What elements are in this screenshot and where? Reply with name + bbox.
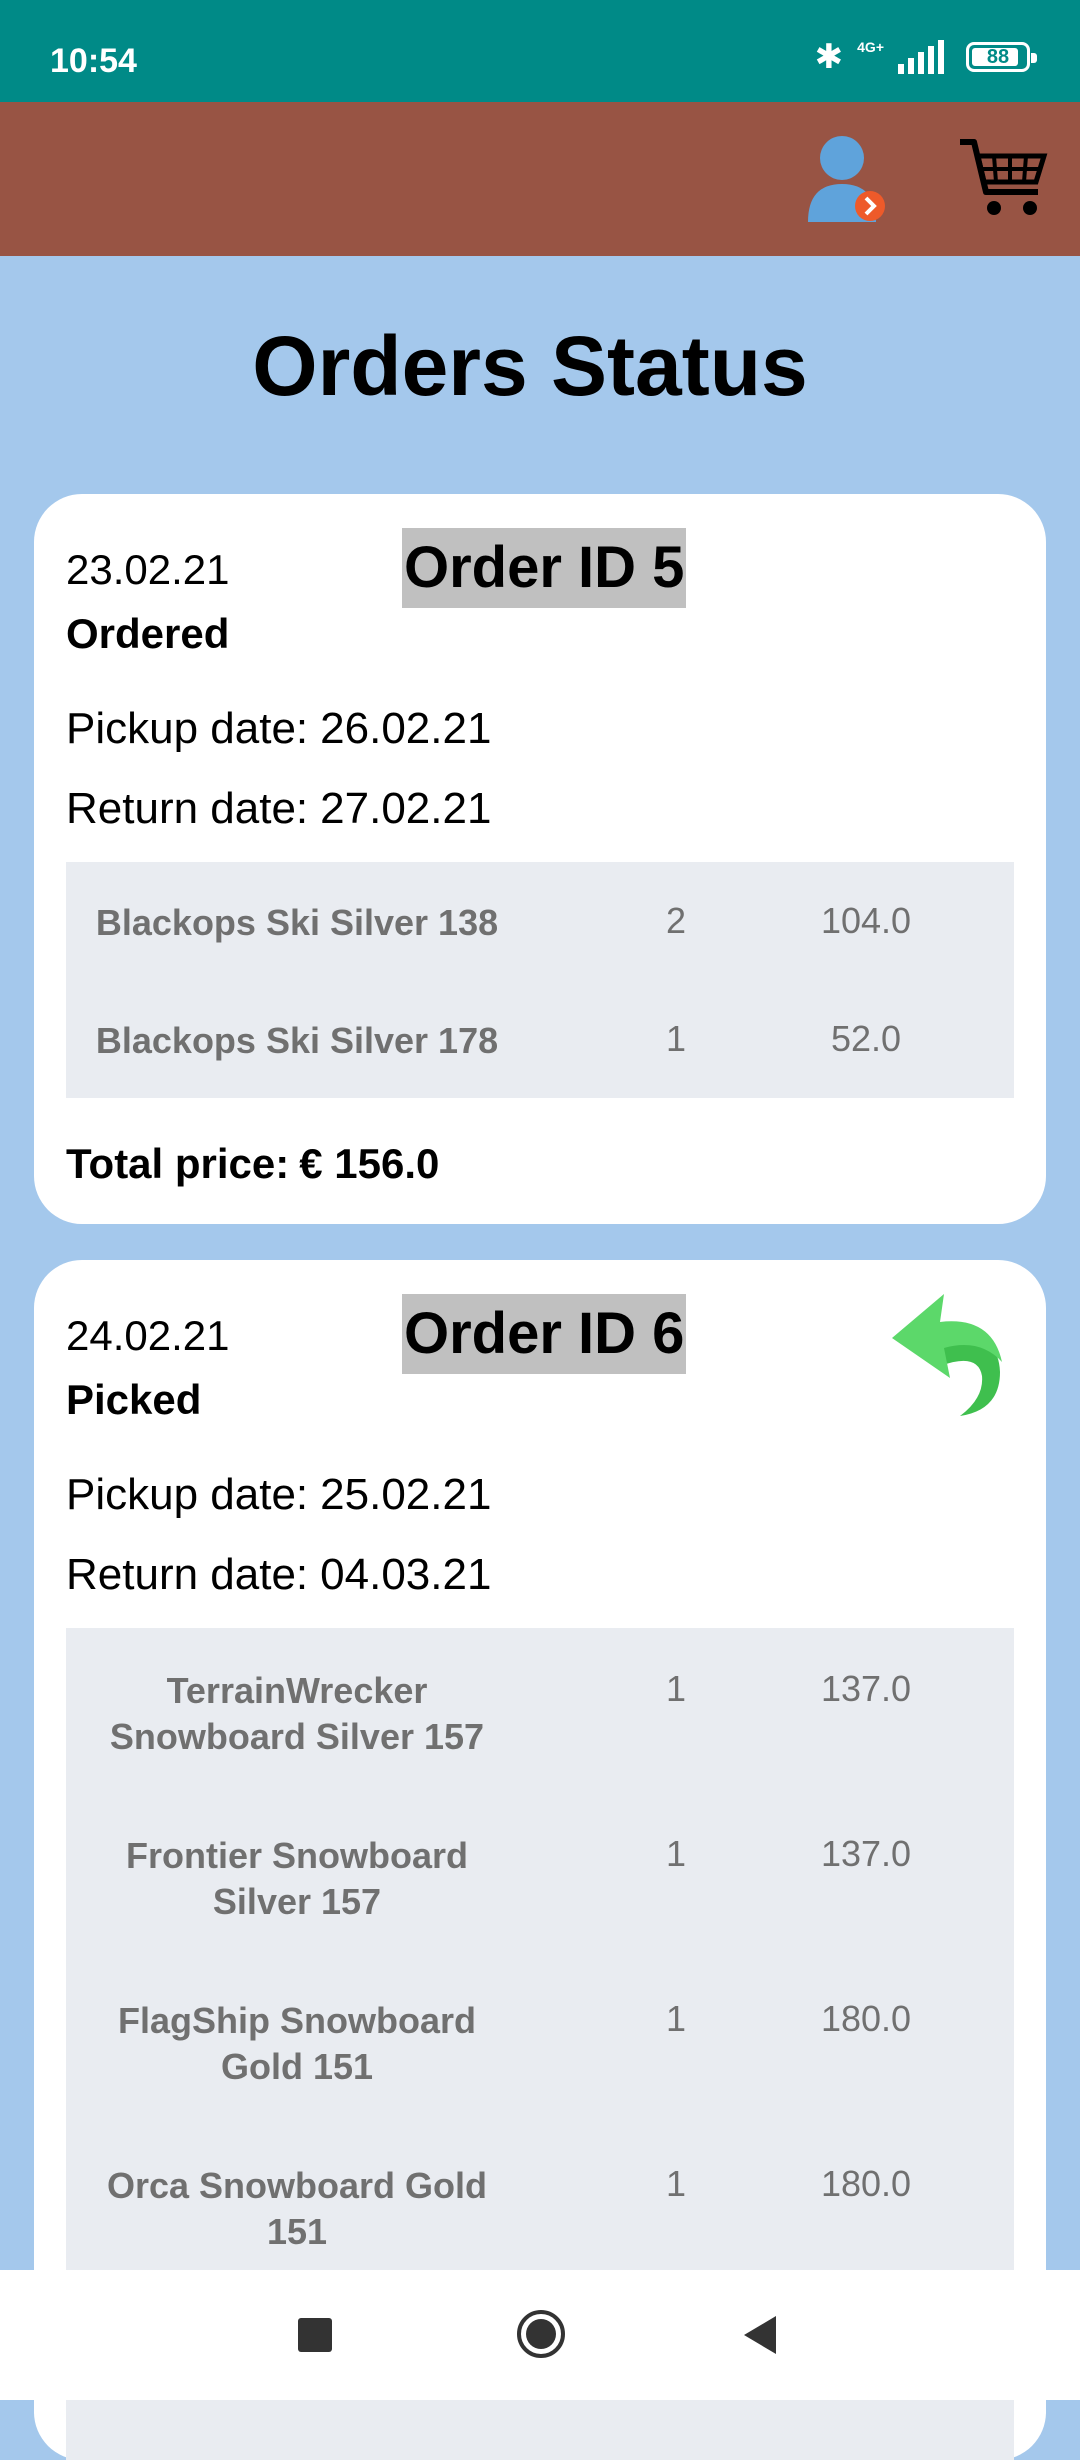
item-price: 137.0 — [820, 1833, 912, 1874]
pickup-date-label: Pickup date: — [66, 1470, 309, 1519]
order-date: 24.02.21 — [66, 1312, 230, 1359]
item-name: Blackops Ski Silver 178 — [95, 1020, 499, 1061]
return-date-label: Return date: — [66, 1550, 309, 1599]
item-price: 137.0 — [820, 1668, 912, 1709]
item-quantity: 1 — [665, 1833, 687, 1874]
bluetooth-icon: ✱ — [814, 38, 844, 76]
signal-strength-icon — [898, 40, 944, 74]
item-name: Frontier Snowboard Silver 157 — [126, 1835, 468, 1922]
return-date-value: 04.03.21 — [320, 1550, 492, 1599]
item-quantity: 1 — [665, 1998, 687, 2039]
pickup-date-row: Pickup date: 25.02.21 — [66, 1470, 491, 1520]
status-icons: ✱ 4G+ 88 — [814, 38, 1037, 76]
system-navigation-bar — [0, 2270, 1080, 2400]
order-status: Ordered — [66, 610, 230, 657]
item-quantity: 1 — [665, 1018, 687, 1059]
pickup-date-row: Pickup date: 26.02.21 — [66, 704, 491, 754]
item-price: 104.0 — [820, 900, 912, 941]
order-date: 23.02.21 — [66, 546, 230, 593]
pickup-date-value: 25.02.21 — [320, 1470, 492, 1519]
status-time: 10:54 — [50, 42, 137, 80]
item-name: TerrainWrecker Snowboard Silver 157 — [109, 1670, 485, 1757]
recents-square-icon[interactable] — [298, 2318, 332, 2352]
return-date-value: 27.02.21 — [320, 784, 492, 833]
battery-level: 88 — [986, 46, 1010, 68]
return-date-label: Return date: — [66, 784, 309, 833]
pickup-date-label: Pickup date: — [66, 704, 309, 753]
page-title: Orders Status — [252, 319, 808, 413]
item-quantity: 2 — [665, 900, 687, 941]
item-quantity: 1 — [665, 2163, 687, 2204]
user-profile-icon[interactable] — [800, 128, 892, 228]
order-status: Picked — [66, 1376, 202, 1423]
home-circle-icon[interactable] — [515, 2308, 567, 2360]
pickup-date-value: 26.02.21 — [320, 704, 492, 753]
item-name: FlagShip Snowboard Gold 151 — [118, 2000, 476, 2087]
shopping-cart-icon[interactable] — [956, 134, 1050, 222]
item-price: 180.0 — [820, 1998, 912, 2039]
return-date-row: Return date: 04.03.21 — [66, 1550, 491, 1600]
return-date-row: Return date: 27.02.21 — [66, 784, 491, 834]
item-name: Blackops Ski Silver 138 — [95, 902, 499, 943]
network-type-label: 4G+ — [857, 39, 884, 55]
app-bar — [0, 102, 1080, 256]
order-id: Order ID 5 — [402, 528, 687, 608]
item-name: Orca Snowboard Gold 151 — [106, 2165, 488, 2252]
return-arrow-icon[interactable] — [888, 1282, 1028, 1422]
order-items-table: Blackops Ski Silver 138 2 104.0 Blackops… — [66, 862, 1014, 1098]
item-price: 180.0 — [820, 2163, 912, 2204]
order-id: Order ID 6 — [402, 1294, 687, 1374]
total-price: Total price: € 156.0 — [66, 1140, 449, 1188]
item-quantity: 1 — [665, 1668, 687, 1709]
order-card: 23.02.21 Order ID 5 Ordered Pickup date:… — [34, 494, 1046, 1224]
total-price-value: € 156.0 — [299, 1140, 440, 1187]
battery-icon: 88 — [966, 42, 1037, 72]
back-triangle-icon[interactable] — [740, 2314, 780, 2356]
total-price-label: Total price: — [66, 1140, 290, 1187]
status-bar: 10:54 ✱ 4G+ 88 — [0, 0, 1080, 102]
item-price: 52.0 — [830, 1018, 902, 1059]
